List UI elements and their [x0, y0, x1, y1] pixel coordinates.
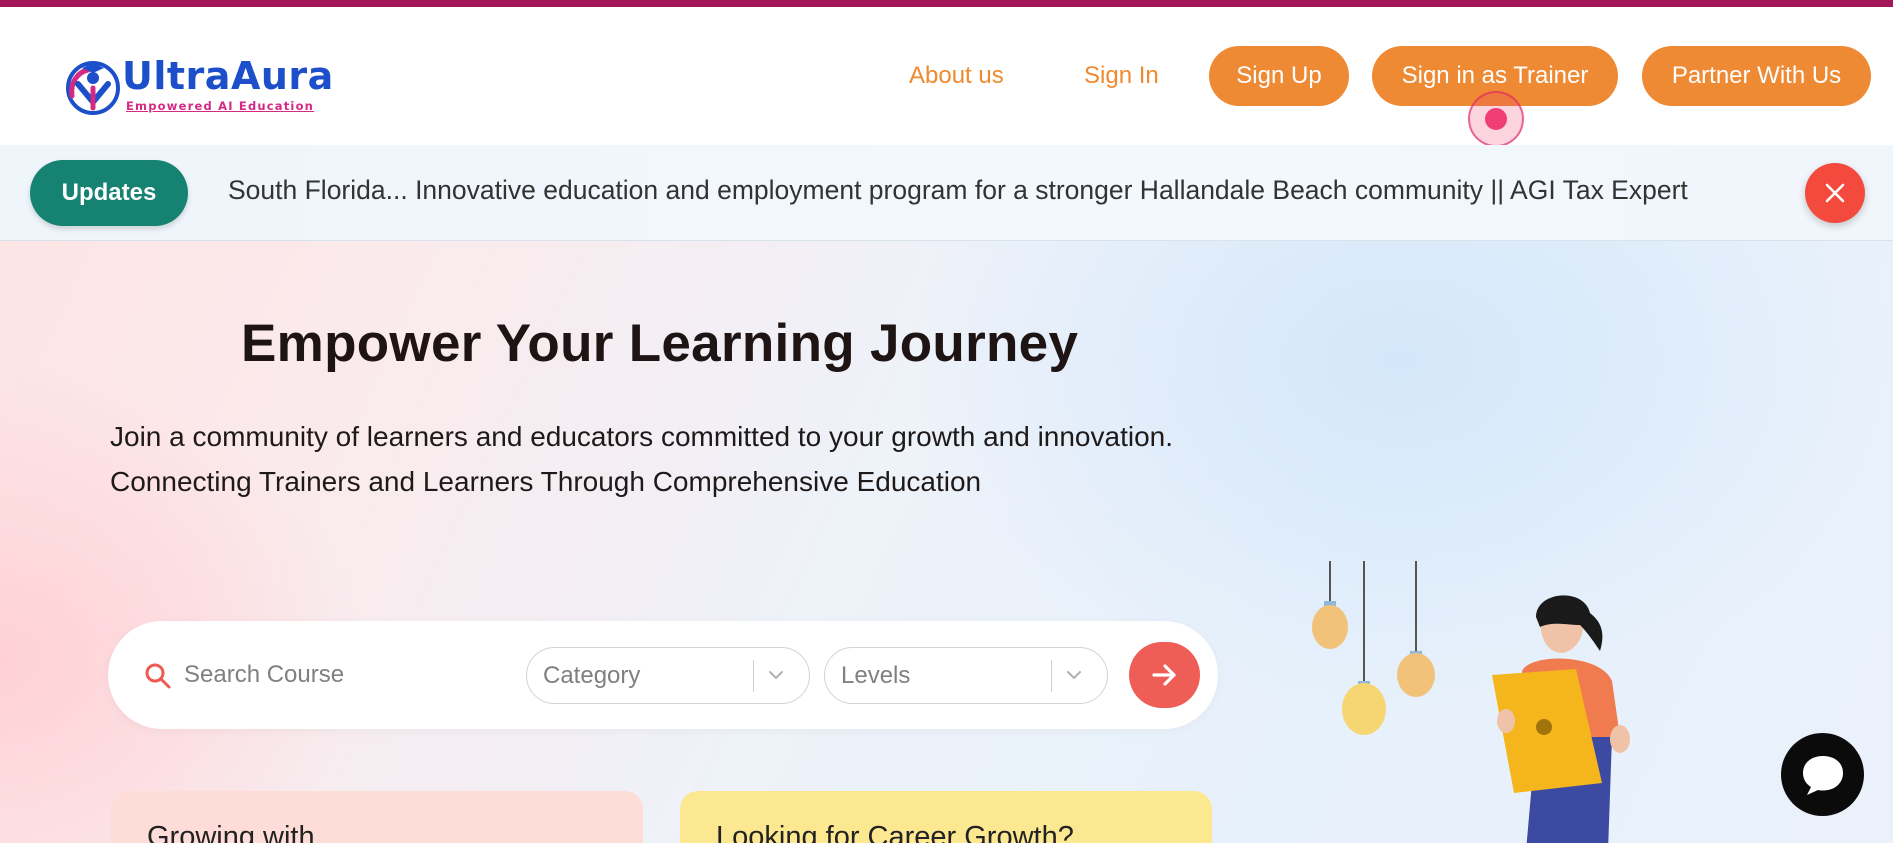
- top-accent-strip: [0, 0, 1893, 7]
- brand-name: UltraAura: [122, 54, 334, 98]
- close-updates-button[interactable]: [1805, 163, 1865, 223]
- brand-tagline: Empowered AI Education: [126, 99, 315, 113]
- levels-select-value: Levels: [841, 662, 911, 689]
- chat-bubble-icon: [1803, 756, 1843, 795]
- hero-description: Join a community of learners and educato…: [110, 421, 1174, 497]
- card-title: Growing with: [147, 821, 315, 843]
- card-title: Looking for Career Growth?: [716, 821, 1074, 843]
- select-separator: [753, 660, 754, 692]
- updates-bar: Updates South Florida... Innovative educ…: [0, 145, 1893, 241]
- ultraaura-logo[interactable]: UltraAura Empowered AI Education: [64, 52, 334, 120]
- chevron-down-icon: [1067, 671, 1081, 680]
- partner-with-us-button[interactable]: Partner With Us: [1642, 46, 1871, 106]
- chat-widget-button[interactable]: [1781, 733, 1864, 816]
- arrow-right-icon: [1152, 664, 1176, 686]
- nav-about-us[interactable]: About us: [909, 62, 1004, 90]
- close-icon: [1825, 183, 1845, 203]
- info-card-career-growth[interactable]: Looking for Career Growth?: [680, 791, 1212, 843]
- lightbulb-icon: [1397, 651, 1435, 697]
- updates-badge: Updates: [30, 160, 188, 226]
- nav-sign-in[interactable]: Sign In: [1084, 62, 1159, 90]
- ticker-text[interactable]: South Florida... Innovative education an…: [228, 175, 1688, 206]
- chevron-down-icon: [769, 671, 783, 680]
- hero-section: Empower Your Learning Journey Join a com…: [0, 241, 1893, 843]
- cursor-indicator: [1468, 91, 1524, 147]
- category-select-value: Category: [543, 662, 641, 689]
- search-course-input[interactable]: [184, 651, 514, 699]
- news-ticker: South Florida... Innovative education an…: [226, 145, 1810, 240]
- sign-up-button[interactable]: Sign Up: [1209, 46, 1349, 106]
- select-separator: [1051, 660, 1052, 692]
- category-select[interactable]: Category: [526, 647, 810, 704]
- lightbulb-icon: [1312, 601, 1348, 649]
- search-icon: [145, 663, 171, 689]
- person-figure: [1492, 595, 1630, 843]
- search-submit-button[interactable]: [1129, 642, 1200, 708]
- graduate-logo-icon: [66, 61, 120, 115]
- lightbulb-icon: [1342, 681, 1386, 735]
- levels-select[interactable]: Levels: [824, 647, 1108, 704]
- site-header: UltraAura Empowered AI Education About u…: [0, 7, 1893, 147]
- learner-illustration: [1312, 561, 1630, 843]
- hero-title: Empower Your Learning Journey: [241, 314, 1079, 373]
- course-search-panel: Category Levels: [108, 621, 1218, 729]
- info-card-growing[interactable]: Growing with: [111, 791, 643, 843]
